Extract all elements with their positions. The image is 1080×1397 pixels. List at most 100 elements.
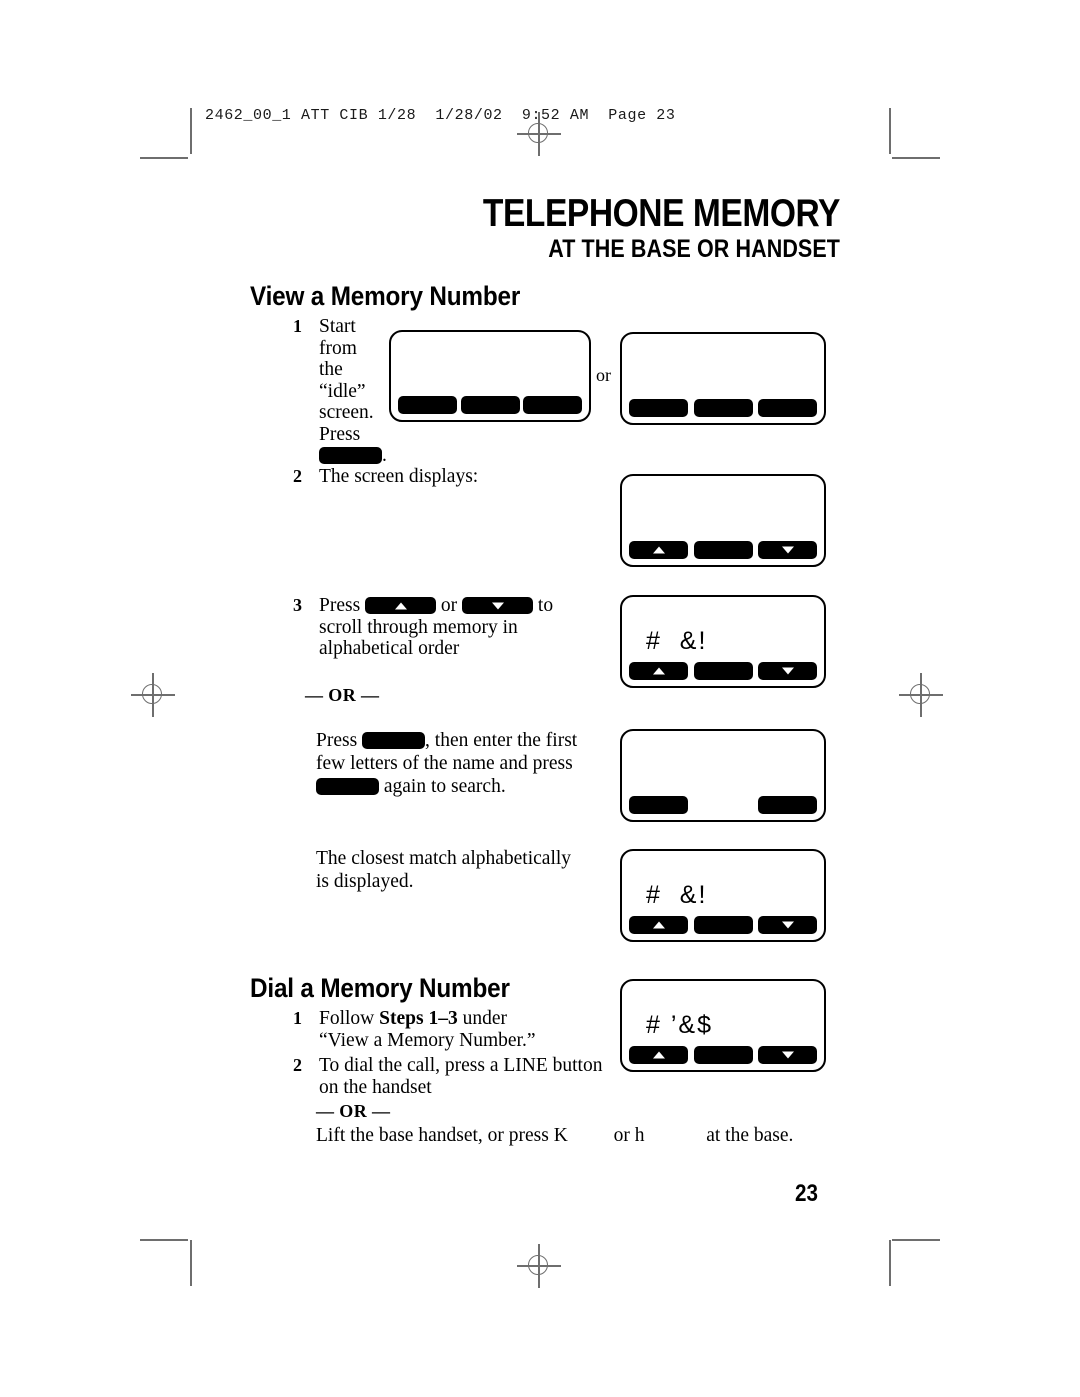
crop-mark-bottom-right-vertical (889, 1240, 891, 1286)
lcd-softkey-row (398, 396, 582, 414)
dial-step1-strong: Steps 1–3 (379, 1008, 458, 1029)
step-number: 2 (293, 466, 302, 486)
dial-step-2: 2 To dial the call, press a LINE button … (278, 1055, 638, 1098)
print-slug: 2462_00_1 ATT CIB 1/28 1/28/02 9:52 AM P… (205, 107, 676, 124)
step1-line5: screen. (319, 402, 374, 423)
softkey-center[interactable] (693, 916, 753, 934)
triangle-up-icon (652, 546, 665, 554)
speaker-glyph-icon: h (634, 1125, 645, 1146)
view-alt-instruction: Press , then enter the first few letters… (316, 729, 606, 798)
step1-line1: Start (319, 316, 356, 337)
alt-line2: few letters of the name and press (316, 753, 573, 774)
step1-line2: from (319, 337, 357, 359)
registration-mark-right (899, 673, 943, 717)
triangle-down-icon (491, 602, 504, 609)
registration-mark-left (131, 673, 175, 717)
dial-step1-pre: Follow (319, 1008, 380, 1029)
lcd-closest-match: # &! (620, 849, 826, 942)
crop-mark-top-left-vertical (190, 108, 192, 154)
scroll-down-key-icon[interactable] (462, 597, 534, 614)
step3-mid: or (440, 595, 458, 616)
softkey-scroll-down[interactable] (758, 541, 817, 559)
step-text: Press or to scroll through memory in alp… (319, 595, 578, 660)
lcd-softkey-row (629, 662, 817, 680)
view-step-1: 1 Start from the “idle” screen. Press . (278, 316, 398, 467)
step-number: 1 (293, 1008, 302, 1028)
dial-alt-part1: Lift the base handset, or press (316, 1125, 549, 1146)
softkey-center[interactable] (693, 399, 753, 417)
softkey-center[interactable] (693, 662, 753, 680)
dial-alt-part2: or (613, 1125, 630, 1146)
triangle-down-icon (781, 921, 794, 929)
softkey-scroll-up[interactable] (629, 916, 688, 934)
manual-page: 2462_00_1 ATT CIB 1/28 1/28/02 9:52 AM P… (0, 0, 1080, 1397)
or-divider-view: — OR — (305, 685, 380, 705)
lcd-softkey-row (629, 916, 817, 934)
step-text: To dial the call, press a LINE button on… (319, 1055, 638, 1098)
crop-mark-bottom-left-horizontal (140, 1239, 188, 1241)
lcd-softkey-row (629, 541, 817, 559)
softkey-scroll-down[interactable] (758, 1046, 817, 1064)
lcd-search-entry (620, 729, 826, 822)
step-text: Follow Steps 1–3 under “View a Memory Nu… (319, 1008, 588, 1051)
or-divider-dial: — OR — (316, 1101, 391, 1121)
softkey-center[interactable] (460, 396, 520, 414)
step1-trailing: . (382, 445, 387, 466)
menu-key-icon[interactable] (316, 778, 379, 795)
dial-step2-line2: on the handset (319, 1076, 432, 1098)
triangle-down-icon (781, 546, 794, 554)
softkey-right[interactable] (758, 399, 817, 417)
step1-line6: Press (319, 423, 361, 445)
view-step-3: 3 Press or to scroll through memory in a… (278, 595, 578, 660)
section-heading-view-memory: View a Memory Number (250, 281, 521, 311)
lcd-softkey-row (629, 796, 817, 814)
alt-tail: again to search. (383, 776, 506, 797)
crop-mark-bottom-right-horizontal (892, 1239, 940, 1241)
page-subtitle: AT THE BASE OR HANDSET (548, 235, 840, 263)
step-number: 2 (293, 1055, 302, 1075)
step-number: 3 (293, 595, 302, 615)
softkey-right[interactable] (523, 396, 582, 414)
menu-key-icon[interactable] (319, 447, 382, 464)
alt-lead: Press (316, 730, 358, 751)
crop-mark-top-right-horizontal (892, 157, 940, 159)
softkey-center[interactable] (693, 541, 753, 559)
lcd-menu-screen (620, 474, 826, 567)
softkey-scroll-up[interactable] (629, 662, 688, 680)
step3-tail: to (537, 595, 554, 616)
softkey-scroll-down[interactable] (758, 662, 817, 680)
softkey-right[interactable] (758, 796, 817, 814)
softkey-center[interactable] (693, 1046, 753, 1064)
menu-key-icon[interactable] (362, 732, 426, 749)
crop-mark-bottom-left-vertical (190, 1240, 192, 1286)
softkey-left[interactable] (629, 399, 688, 417)
softkey-left[interactable] (398, 396, 457, 414)
dial-alt-instruction: Lift the base handset, or press K or h a… (316, 1124, 836, 1147)
step3-lead: Press (319, 595, 361, 616)
dial-step1-post: under (457, 1008, 507, 1029)
softkey-left[interactable] (629, 796, 688, 814)
step3-line2: scroll through memory in (319, 616, 518, 638)
dial-step-1: 1 Follow Steps 1–3 under “View a Memory … (278, 1008, 588, 1051)
softkey-scroll-up[interactable] (629, 541, 688, 559)
triangle-up-icon (652, 667, 665, 675)
lcd-idle-handset (620, 332, 826, 425)
lcd-dial-text: # ’&$ (646, 1011, 713, 1039)
crop-mark-top-right-vertical (889, 108, 891, 154)
lcd-match-text: # &! (646, 881, 708, 909)
triangle-down-icon (781, 1051, 794, 1059)
step-text: The screen displays: (319, 466, 479, 487)
page-title-block: TELEPHONE MEMORY AT THE BASE OR HANDSET (240, 193, 841, 264)
lcd-idle-base (389, 330, 591, 422)
step-text: Start from the “idle” screen. Press . (319, 316, 398, 467)
result-line2: is displayed. (316, 871, 414, 892)
lcd-scroll-result: # &! (620, 595, 826, 688)
dial-step1-line2: “View a Memory Number.” (319, 1029, 536, 1051)
triangle-up-icon (394, 602, 407, 609)
page-number: 23 (795, 1180, 818, 1207)
handset-glyph-icon: K (553, 1125, 568, 1146)
softkey-scroll-down[interactable] (758, 916, 817, 934)
scroll-up-key-icon[interactable] (365, 597, 437, 614)
step-number: 1 (293, 316, 302, 336)
triangle-up-icon (652, 921, 665, 929)
